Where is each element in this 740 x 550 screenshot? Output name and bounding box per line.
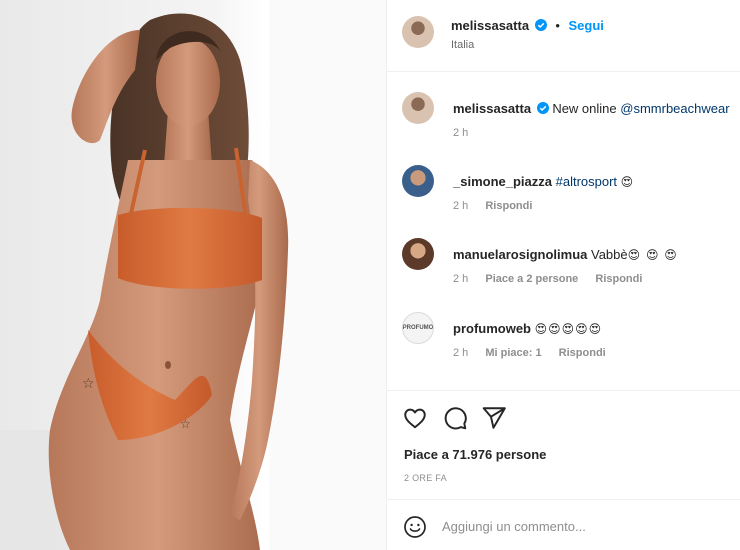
comment-avatar[interactable]	[402, 92, 434, 124]
post-photo-illustration: ☆ ☆	[0, 0, 386, 550]
post-time[interactable]: 2 ORE FA	[404, 473, 447, 483]
post-image[interactable]: ☆ ☆	[0, 0, 386, 550]
comment-time[interactable]: 2 h	[453, 200, 468, 212]
mention-link[interactable]: @smmrbeachwear	[620, 101, 729, 116]
verified-badge-icon	[536, 102, 549, 114]
comment-time[interactable]: 2 h	[453, 273, 468, 285]
author-line: melissasatta • Segui	[451, 18, 604, 33]
reply-button[interactable]: Rispondi	[485, 200, 532, 212]
comment-likes[interactable]: Piace a 2 persone	[485, 273, 578, 285]
svg-text:☆: ☆	[180, 417, 191, 431]
comment-avatar[interactable]	[402, 238, 434, 270]
avatar-logo-text: PROFUMO	[402, 325, 434, 331]
comment-time[interactable]: 2 h	[453, 127, 468, 139]
smiley-icon[interactable]	[403, 515, 427, 539]
comment-meta: 2 h Mi piace: 1 Rispondi	[453, 347, 620, 359]
author-avatar[interactable]	[402, 16, 434, 48]
comment-emoji: 😍😍😍😍😍	[534, 322, 603, 336]
comment-username[interactable]: profumoweb	[453, 321, 531, 336]
comment-meta: 2 h Piace a 2 persone Rispondi	[453, 273, 656, 285]
reply-button[interactable]: Rispondi	[559, 347, 606, 359]
comment-time[interactable]: 2 h	[453, 347, 468, 359]
comment-text: _simone_piazza #altrosport 😍	[453, 174, 634, 189]
post-sidebar: melissasatta • Segui Italia melissasatta…	[386, 0, 740, 550]
comment-username[interactable]: melissasatta	[453, 101, 531, 116]
comment-icon[interactable]	[442, 405, 468, 431]
comment-text: profumoweb 😍😍😍😍😍	[453, 321, 602, 336]
comment-emoji: 😍	[620, 175, 635, 189]
comment-text: manuelarosignolimua Vabbè😍 😍 😍	[453, 247, 678, 262]
svg-text:☆: ☆	[82, 376, 95, 392]
likes-count[interactable]: Piace a 71.976 persone	[404, 447, 546, 462]
comments-list: melissasatta New online @smmrbeachwear 2…	[387, 72, 740, 390]
comment-meta: 2 h Rispondi	[453, 200, 546, 212]
add-comment-row	[387, 499, 740, 550]
caption-meta: 2 h	[453, 127, 482, 139]
add-comment-input[interactable]	[442, 514, 722, 538]
post-header: melissasatta • Segui Italia	[387, 0, 740, 72]
verified-badge-icon	[534, 19, 547, 31]
comment-emoji: 😍 😍 😍	[627, 248, 678, 262]
reply-button[interactable]: Rispondi	[595, 273, 642, 285]
paper-plane-icon[interactable]	[481, 405, 507, 431]
caption-body: New online	[552, 101, 617, 116]
follow-button[interactable]: Segui	[569, 18, 604, 33]
comment-avatar[interactable]	[402, 165, 434, 197]
comment-body: Vabbè	[591, 247, 628, 262]
comment-avatar[interactable]: PROFUMO	[402, 312, 434, 344]
comment-username[interactable]: _simone_piazza	[453, 174, 552, 189]
post-actions: Piace a 71.976 persone 2 ORE FA	[387, 390, 740, 550]
heart-icon[interactable]	[402, 405, 428, 431]
author-username[interactable]: melissasatta	[451, 18, 529, 33]
separator-dot: •	[555, 18, 560, 33]
comment-username[interactable]: manuelarosignolimua	[453, 247, 587, 262]
hashtag-link[interactable]: #altrosport	[556, 174, 617, 189]
comment-likes[interactable]: Mi piace: 1	[485, 347, 541, 359]
caption-text: melissasatta New online @smmrbeachwear	[453, 101, 730, 116]
post-location[interactable]: Italia	[451, 39, 474, 51]
